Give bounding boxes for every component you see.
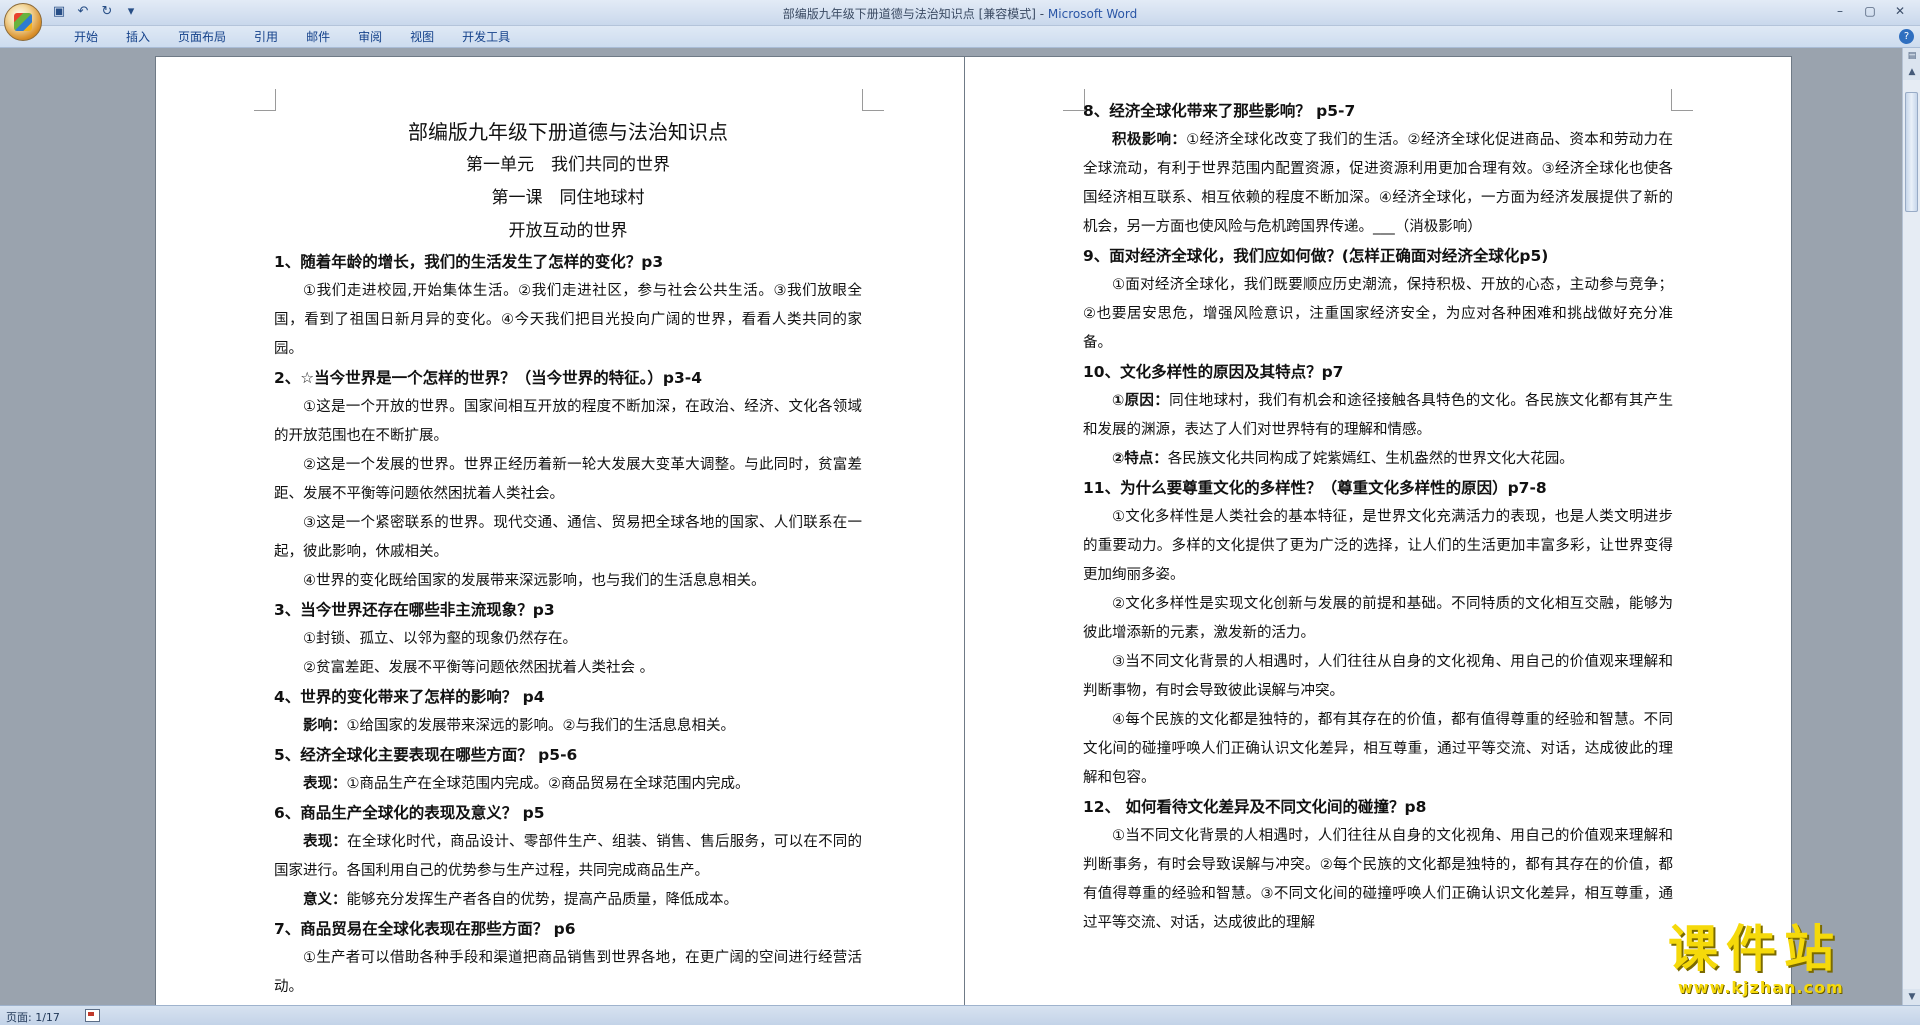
- paragraph-label: 积极影响：: [1112, 132, 1187, 148]
- question-heading: 2、☆当今世界是一个怎样的世界？（当今世界的特征。）p3-4: [274, 369, 703, 387]
- crop-mark: [862, 89, 884, 111]
- paragraph-label: ②特点：: [1112, 451, 1168, 467]
- minimize-icon[interactable]: –: [1826, 2, 1854, 20]
- page-left[interactable]: 部编版九年级下册道德与法治知识点 第一单元 我们共同的世界 第一课 同住地球村 …: [155, 56, 983, 1005]
- answer-paragraph: ④每个民族的文化都是独特的，都有其存在的价值，都有值得尊重的经验和智慧。不同文化…: [1083, 712, 1673, 786]
- paragraph-label: 表现：: [303, 776, 347, 792]
- tab-home[interactable]: 开始: [60, 29, 112, 45]
- question-heading: 4、世界的变化带来了怎样的影响？ p4: [274, 688, 545, 706]
- crop-mark: [254, 89, 276, 111]
- office-logo-icon: [14, 13, 32, 31]
- question-heading: 3、当今世界还存在哪些非主流现象？p3: [274, 601, 555, 619]
- document-title: 部编版九年级下册道德与法治知识点 [兼容模式] -: [782, 7, 1048, 21]
- answer-paragraph: ①这是一个开放的世界。国家间相互开放的程度不断加深，在政治、经济、文化各领域的开…: [274, 399, 862, 444]
- paragraph-label: 影响：: [303, 718, 347, 734]
- crop-mark: [1063, 89, 1085, 111]
- tab-view[interactable]: 视图: [396, 29, 448, 45]
- right-page-blocks: 8、经济全球化带来了那些影响？ p5-7 积极影响：①经济全球化改变了我们的生活。…: [1083, 97, 1673, 938]
- answer-paragraph: ①面对经济全球化，我们既要顺应历史潮流，保持积极、开放的心态，主动参与竞争；②也…: [1083, 277, 1673, 351]
- tab-mailings[interactable]: 邮件: [292, 29, 344, 45]
- question-heading: 10、文化多样性的原因及其特点？p7: [1083, 363, 1344, 381]
- labeled-paragraph: 意义：能够充分发挥生产者各自的优势，提高产品质量，降低成本。: [274, 886, 862, 915]
- scroll-thumb[interactable]: [1905, 92, 1918, 212]
- crop-mark: [1671, 89, 1693, 111]
- answer-paragraph: ①我们走进校园,开始集体生活。②我们走进社区，参与社会公共生活。③我们放眼全国，…: [274, 283, 862, 357]
- scroll-up-icon[interactable]: ▲: [1903, 64, 1920, 80]
- paragraph-text: 能够充分发挥生产者各自的优势，提高产品质量，降低成本。: [346, 892, 739, 908]
- status-bar: 页面: 1/17: [0, 1005, 1920, 1025]
- question-heading: 5、经济全球化主要表现在哪些方面？ p5-6: [274, 746, 578, 764]
- answer-paragraph: ②贫富差距、发展不平衡等问题依然困扰着人类社会 。: [303, 660, 655, 676]
- answer-paragraph: ①当不同文化背景的人相遇时，人们往往从自身的文化视角、用自己的价值观来理解和判断…: [1083, 828, 1673, 931]
- watermark-url: www.kjzhan.com: [1678, 978, 1844, 997]
- labeled-paragraph: ②特点：各民族文化共同构成了姹紫嫣红、生机盎然的世界文化大花园。: [1083, 445, 1673, 474]
- answer-paragraph: ③这是一个紧密联系的世界。现代交通、通信、贸易把全球各地的国家、人们联系在一起，…: [274, 515, 862, 560]
- answer-paragraph: ②文化多样性是实现文化创新与发展的前提和基础。不同特质的文化相互交融，能够为彼此…: [1083, 596, 1673, 641]
- answer-paragraph: ④世界的变化既给国家的发展带来深远影响，也与我们的生活息息相关。: [303, 573, 766, 589]
- office-button[interactable]: [4, 3, 42, 41]
- unit-heading: 第一单元 我们共同的世界: [466, 155, 670, 175]
- maximize-icon[interactable]: ▢: [1856, 2, 1884, 20]
- close-icon[interactable]: ✕: [1886, 2, 1914, 20]
- document-area[interactable]: 部编版九年级下册道德与法治知识点 第一单元 我们共同的世界 第一课 同住地球村 …: [0, 48, 1902, 1005]
- answer-paragraph: ②这是一个发展的世界。世界正经历着新一轮大发展大变革大调整。与此同时，贫富差距、…: [274, 457, 862, 502]
- page-content: 部编版九年级下册道德与法治知识点 第一单元 我们共同的世界 第一课 同住地球村 …: [274, 115, 862, 1002]
- app-name: Microsoft Word: [1047, 7, 1138, 21]
- answer-paragraph: ①文化多样性是人类社会的基本特征，是世界文化充满活力的表现，也是人类文明进步的重…: [1083, 509, 1673, 583]
- question-heading: 12、 如何看待文化差异及不同文化间的碰撞？p8: [1083, 798, 1427, 816]
- watermark-text: 课件站: [1668, 920, 1842, 978]
- window-controls: – ▢ ✕: [1826, 2, 1914, 20]
- answer-paragraph: ①生产者可以借助各种手段和渠道把商品销售到世界各地，在更广阔的空间进行经营活动。: [274, 950, 862, 995]
- question-heading: 6、商品生产全球化的表现及意义？ p5: [274, 804, 545, 822]
- ribbon: 开始 插入 页面布局 引用 邮件 审阅 视图 开发工具 ?: [0, 26, 1920, 48]
- paragraph-text: 同住地球村，我们有机会和途径接触各具特色的文化。各民族文化都有其产生和发展的渊源…: [1083, 393, 1674, 438]
- page-counter[interactable]: 页面: 1/17: [6, 1009, 60, 1025]
- labeled-paragraph: 表现：①商品生产在全球范围内完成。②商品贸易在全球范围内完成。: [274, 770, 862, 799]
- tab-developer[interactable]: 开发工具: [448, 29, 524, 45]
- paragraph-text: 各民族文化共同构成了姹紫嫣红、生机盎然的世界文化大花园。: [1167, 451, 1574, 467]
- paragraph-text: 在全球化时代，商品设计、零部件生产、组装、销售、售后服务，可以在不同的国家进行。…: [274, 834, 863, 879]
- vertical-scrollbar[interactable]: ▤ ▲ ▼: [1902, 48, 1920, 1005]
- answer-paragraph: ③当不同文化背景的人相遇时，人们往往从自身的文化视角、用自己的价值观来理解和判断…: [1083, 654, 1673, 699]
- labeled-paragraph: 影响：①给国家的发展带来深远的影响。②与我们的生活息息相关。: [274, 712, 862, 741]
- question-heading: 8、经济全球化带来了那些影响？ p5-7: [1083, 102, 1356, 120]
- question-heading: 9、面对经济全球化，我们应如何做？(怎样正确面对经济全球化p5): [1083, 247, 1549, 265]
- answer-paragraph: ①封锁、孤立、以邻为壑的现象仍然存在。: [303, 631, 577, 647]
- ribbon-tabs: 开始 插入 页面布局 引用 邮件 审阅 视图 开发工具: [60, 29, 524, 45]
- watermark-logo: 课件站 www.kjzhan.com: [1668, 920, 1908, 1006]
- page-content: 8、经济全球化带来了那些影响？ p5-7 积极影响：①经济全球化改变了我们的生活。…: [1083, 97, 1673, 938]
- help-icon[interactable]: ?: [1899, 29, 1914, 44]
- page-right[interactable]: 8、经济全球化带来了那些影响？ p5-7 积极影响：①经济全球化改变了我们的生活。…: [964, 56, 1792, 1005]
- paragraph-label: 表现：: [303, 834, 348, 850]
- section-heading: 开放互动的世界: [508, 221, 628, 241]
- paragraph-label: 意义：: [303, 892, 347, 908]
- tab-review[interactable]: 审阅: [344, 29, 396, 45]
- question-heading: 1、随着年龄的增长，我们的生活发生了怎样的变化？p3: [274, 253, 664, 271]
- tab-page-layout[interactable]: 页面布局: [164, 29, 240, 45]
- tab-insert[interactable]: 插入: [112, 29, 164, 45]
- labeled-paragraph: 积极影响：①经济全球化改变了我们的生活。②经济全球化促进商品、资本和劳动力在全球…: [1083, 126, 1673, 242]
- proofing-icon[interactable]: [85, 1009, 100, 1022]
- ruler-toggle-icon[interactable]: ▤: [1903, 48, 1920, 64]
- lesson-heading: 第一课 同住地球村: [491, 188, 645, 208]
- window-title: 部编版九年级下册道德与法治知识点 [兼容模式] - Microsoft Word: [0, 5, 1920, 22]
- document-heading: 部编版九年级下册道德与法治知识点: [408, 120, 728, 144]
- paragraph-text: ①商品生产在全球范围内完成。②商品贸易在全球范围内完成。: [346, 776, 750, 792]
- paragraph-text: ①给国家的发展带来深远的影响。②与我们的生活息息相关。: [346, 718, 736, 734]
- question-heading: 11、为什么要尊重文化的多样性？（尊重文化多样性的原因）p7-8: [1083, 479, 1547, 497]
- left-page-blocks: 1、随着年龄的增长，我们的生活发生了怎样的变化？p3 ①我们走进校园,开始集体生活…: [274, 248, 862, 1002]
- paragraph-label: ①原因：: [1112, 393, 1170, 409]
- labeled-paragraph: 表现：在全球化时代，商品设计、零部件生产、组装、销售、售后服务，可以在不同的国家…: [274, 828, 862, 886]
- title-bar: ▣ ↶ ↻ ▾ 部编版九年级下册道德与法治知识点 [兼容模式] - Micros…: [0, 0, 1920, 41]
- tab-references[interactable]: 引用: [240, 29, 292, 45]
- labeled-paragraph: ①原因：同住地球村，我们有机会和途径接触各具特色的文化。各民族文化都有其产生和发…: [1083, 387, 1673, 445]
- question-heading: 7、商品贸易在全球化表现在那些方面？ p6: [274, 920, 576, 938]
